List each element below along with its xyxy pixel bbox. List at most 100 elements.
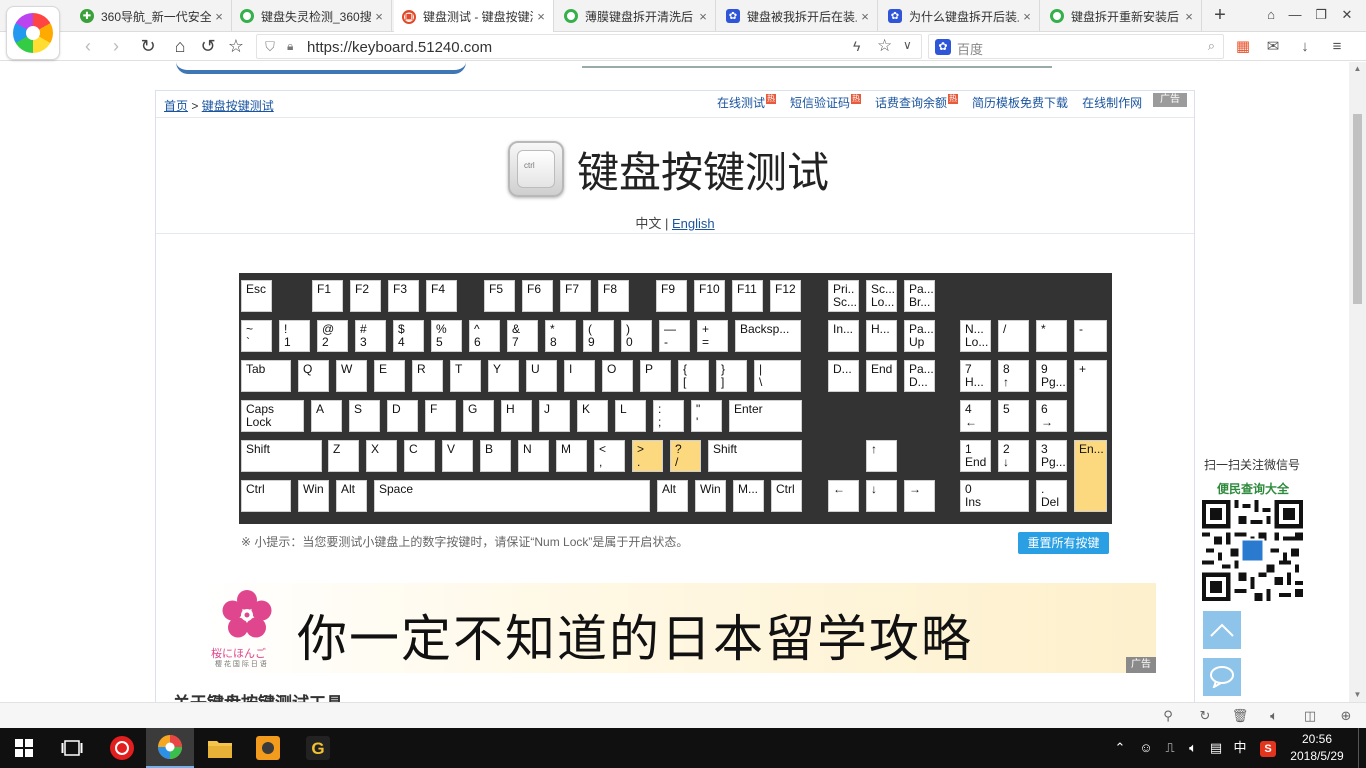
key[interactable]: B xyxy=(480,440,511,472)
key[interactable]: En... xyxy=(1074,440,1107,512)
key[interactable]: Pa... D... xyxy=(904,360,935,392)
close-window-button[interactable]: ✕ xyxy=(1334,4,1360,26)
top-link-label[interactable]: 在线测试 xyxy=(717,96,765,110)
key[interactable]: D... xyxy=(828,360,859,392)
key[interactable]: Enter xyxy=(729,400,802,432)
key[interactable]: { [ xyxy=(678,360,709,392)
key[interactable]: Ctrl xyxy=(771,480,802,512)
close-icon[interactable]: × xyxy=(533,9,549,24)
key[interactable]: ? / xyxy=(670,440,701,472)
key[interactable]: L xyxy=(615,400,646,432)
key[interactable]: * 8 xyxy=(545,320,576,352)
key[interactable]: F12 xyxy=(770,280,801,312)
undo-close-icon[interactable]: ↺ xyxy=(196,35,220,57)
reset-all-keys-button[interactable]: 重置所有按键 xyxy=(1018,532,1109,554)
key[interactable]: U xyxy=(526,360,557,392)
key[interactable]: - xyxy=(1074,320,1107,352)
key[interactable]: G xyxy=(463,400,494,432)
browser-logo[interactable] xyxy=(6,6,60,60)
favorite-star-icon[interactable]: ☆ xyxy=(224,35,248,57)
key[interactable]: Sc... Lo... xyxy=(866,280,897,312)
forward-icon[interactable]: › xyxy=(104,35,128,57)
breadcrumb-home-link[interactable]: 首页 xyxy=(164,99,188,113)
top-link-label[interactable]: 短信验证码 xyxy=(790,96,850,110)
key[interactable]: W xyxy=(336,360,367,392)
key[interactable]: J xyxy=(539,400,570,432)
key[interactable]: M... xyxy=(733,480,764,512)
key[interactable]: + xyxy=(1074,360,1107,432)
key[interactable]: @ 2 xyxy=(317,320,348,352)
minimize-button[interactable]: — xyxy=(1282,4,1308,26)
scroll-up-arrow-icon[interactable]: ▲ xyxy=(1349,62,1366,76)
chevron-up-icon[interactable]: ⌃ xyxy=(1110,738,1130,758)
key[interactable]: T xyxy=(450,360,481,392)
address-bar[interactable]: ⛉ 🔒︎ https://keyboard.51240.com ϟ ☆ ∨ xyxy=(256,34,922,59)
key[interactable]: ↓ xyxy=(866,480,897,512)
key[interactable]: — - xyxy=(659,320,690,352)
key[interactable]: K xyxy=(577,400,608,432)
window-split-icon[interactable]: ◫ xyxy=(1300,707,1320,725)
key[interactable]: F2 xyxy=(350,280,381,312)
key[interactable]: X xyxy=(366,440,397,472)
key[interactable]: 7 H... xyxy=(960,360,991,392)
sogou-ime-icon[interactable]: S xyxy=(1258,738,1278,758)
refresh-circle-icon[interactable]: ↻ xyxy=(1195,707,1215,725)
search-input[interactable]: ✿ 百度 ⌕ xyxy=(928,34,1224,59)
volume-icon[interactable]: 🔈︎ xyxy=(1264,707,1284,725)
show-desktop-button[interactable] xyxy=(1358,728,1366,768)
tab-keyboard-reinstall-b[interactable]: ✿ 为什么键盘拆开后装上 × xyxy=(880,0,1040,32)
key[interactable]: * xyxy=(1036,320,1067,352)
key[interactable]: Space xyxy=(374,480,650,512)
key[interactable]: V xyxy=(442,440,473,472)
close-icon[interactable]: × xyxy=(857,9,873,24)
lock-icon[interactable]: 🔒︎ xyxy=(287,39,299,55)
top-link-make-site[interactable]: 在线制作网 xyxy=(1082,94,1142,111)
key[interactable]: Alt xyxy=(657,480,688,512)
key[interactable]: I xyxy=(564,360,595,392)
home-icon[interactable]: ⌂ xyxy=(168,35,192,57)
tab-360-nav[interactable]: ✚ 360导航_新一代安全上网导航 × xyxy=(72,0,232,32)
mail-icon[interactable]: ✉ xyxy=(1262,36,1284,58)
taskbar-music-app[interactable] xyxy=(98,728,146,768)
top-link-online-test[interactable]: 在线测试热 xyxy=(717,94,777,111)
scroll-down-arrow-icon[interactable]: ▼ xyxy=(1349,688,1366,702)
speaker-icon[interactable]: 🔈︎ xyxy=(1183,738,1203,758)
key[interactable]: Caps Lock xyxy=(241,400,304,432)
reload-icon[interactable]: ↻ xyxy=(136,35,160,57)
key[interactable]: Y xyxy=(488,360,519,392)
key[interactable]: 9 Pg... xyxy=(1036,360,1067,392)
key[interactable]: . Del xyxy=(1036,480,1067,512)
close-icon[interactable]: × xyxy=(1019,9,1035,24)
start-button[interactable] xyxy=(0,728,48,768)
scrollbar-thumb[interactable] xyxy=(1353,114,1362,304)
key[interactable]: Win xyxy=(298,480,329,512)
key[interactable]: F1 xyxy=(312,280,343,312)
key[interactable]: Alt xyxy=(336,480,367,512)
key[interactable]: $ 4 xyxy=(393,320,424,352)
key[interactable]: 1 End xyxy=(960,440,991,472)
key[interactable]: } ] xyxy=(716,360,747,392)
key[interactable]: + = xyxy=(697,320,728,352)
key[interactable]: ^ 6 xyxy=(469,320,500,352)
key[interactable]: 2 ↓ xyxy=(998,440,1029,472)
key[interactable]: Esc xyxy=(241,280,272,312)
back-icon[interactable]: ‹ xyxy=(76,35,100,57)
key[interactable]: End xyxy=(866,360,897,392)
key[interactable]: → xyxy=(904,480,935,512)
key[interactable]: F8 xyxy=(598,280,629,312)
key[interactable]: F xyxy=(425,400,456,432)
key[interactable]: E xyxy=(374,360,405,392)
key[interactable]: F10 xyxy=(694,280,725,312)
apps-grid-icon[interactable]: ▦ xyxy=(1232,36,1254,58)
key[interactable]: Win xyxy=(695,480,726,512)
key[interactable]: C xyxy=(404,440,435,472)
key[interactable]: F4 xyxy=(426,280,457,312)
tab-keyboard-reinstall-c[interactable]: 键盘拆开重新安装后 × xyxy=(1042,0,1202,32)
key[interactable]: 6 → xyxy=(1036,400,1067,432)
zoom-icon[interactable]: ⊕ xyxy=(1336,707,1356,725)
key[interactable]: / xyxy=(998,320,1029,352)
key[interactable]: N... Lo... xyxy=(960,320,991,352)
shield-icon[interactable]: ⛉ xyxy=(263,39,277,55)
key[interactable]: F9 xyxy=(656,280,687,312)
key[interactable]: F6 xyxy=(522,280,553,312)
